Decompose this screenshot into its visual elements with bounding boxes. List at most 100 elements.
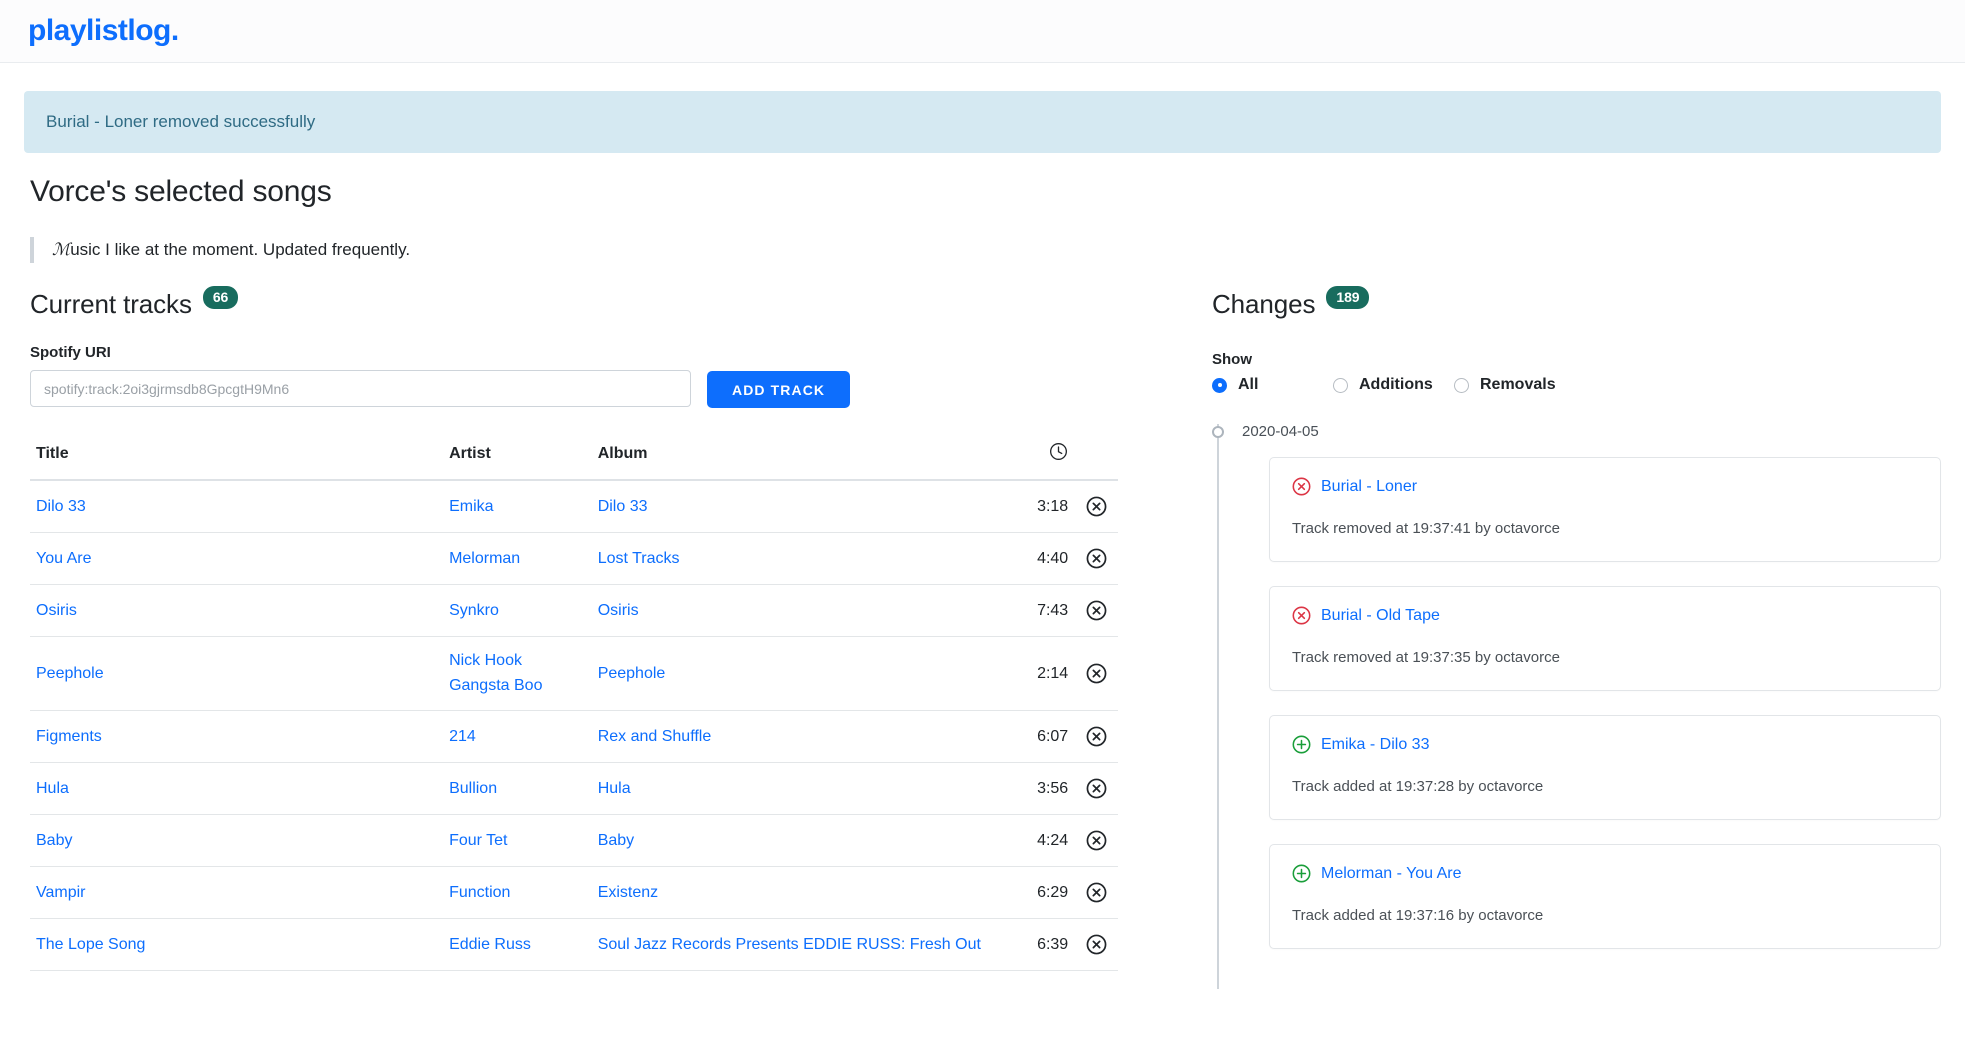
track-title-link[interactable]: You Are xyxy=(36,550,91,567)
track-album-link[interactable]: Rex and Shuffle xyxy=(598,728,712,745)
spotify-uri-label: Spotify URI xyxy=(30,344,111,361)
remove-track-icon[interactable] xyxy=(1086,496,1107,517)
track-album-link[interactable]: Existenz xyxy=(598,884,658,901)
track-album-link[interactable]: Hula xyxy=(598,780,631,797)
track-artist-link[interactable]: Gangsta Boo xyxy=(449,677,586,695)
track-artist-cell: Four Tet xyxy=(443,814,592,867)
track-artist-link[interactable]: Bullion xyxy=(449,780,586,798)
track-album-cell: Peephole xyxy=(591,636,1015,711)
track-artist-link[interactable]: 214 xyxy=(449,728,586,746)
track-duration: 2:14 xyxy=(1014,636,1075,711)
change-track-link[interactable]: Burial - Loner xyxy=(1321,478,1417,496)
plus-circle-icon xyxy=(1292,735,1311,754)
change-card-header: Melorman - You Are xyxy=(1292,864,1918,883)
track-remove-cell xyxy=(1074,866,1118,919)
track-duration: 3:18 xyxy=(1014,480,1075,533)
track-album-link[interactable]: Peephole xyxy=(598,665,666,682)
track-title-link[interactable]: Peephole xyxy=(36,665,104,682)
track-album-cell: Osiris xyxy=(591,584,1015,637)
track-artist-link[interactable]: Melorman xyxy=(449,550,586,568)
app-header: playlistlog. xyxy=(0,0,1965,63)
track-duration: 6:07 xyxy=(1014,710,1075,763)
remove-track-icon[interactable] xyxy=(1086,726,1107,747)
filter-radio-label: Additions xyxy=(1359,376,1433,393)
track-album-cell: Hula xyxy=(591,762,1015,815)
tracks-table-head: Title Artist Album xyxy=(30,442,1118,481)
track-artist-cell: Melorman xyxy=(443,532,592,585)
track-title-link[interactable]: Osiris xyxy=(36,602,77,619)
timeline-date: 2020-04-05 xyxy=(1242,423,1319,440)
radio-button-additions[interactable] xyxy=(1333,377,1348,393)
radio-button-all[interactable] xyxy=(1212,377,1227,393)
track-remove-cell xyxy=(1074,480,1118,533)
change-track-link[interactable]: Melorman - You Are xyxy=(1321,865,1462,883)
tracks-table: Title Artist Album Dilo 33 Emika Dilo 33… xyxy=(30,442,1118,971)
change-card-header: Emika - Dilo 33 xyxy=(1292,735,1918,754)
add-track-button[interactable]: ADD TRACK xyxy=(707,371,851,408)
current-tracks-label: Current tracks xyxy=(30,289,192,319)
table-row: Figments 214 Rex and Shuffle 6:07 xyxy=(30,710,1118,763)
track-album-link[interactable]: Osiris xyxy=(598,602,639,619)
filter-radio-label: Removals xyxy=(1480,376,1556,393)
track-title-cell: Peephole xyxy=(30,636,444,711)
track-artist-link[interactable]: Four Tet xyxy=(449,832,586,850)
track-artist-link[interactable]: Function xyxy=(449,884,586,902)
change-track-link[interactable]: Burial - Old Tape xyxy=(1321,607,1440,625)
main-columns: Current tracks 66 Spotify URI ADD TRACK … xyxy=(0,286,1965,989)
filter-radio-all[interactable]: All xyxy=(1212,376,1333,394)
current-tracks-heading: Current tracks 66 xyxy=(30,286,1118,320)
change-card-header: Burial - Old Tape xyxy=(1292,606,1918,625)
changes-filter-radio-group: All Additions Removals xyxy=(1212,376,1941,394)
track-title-cell: Baby xyxy=(30,814,444,867)
track-album-link[interactable]: Dilo 33 xyxy=(598,498,648,515)
show-filter-label: Show xyxy=(1212,351,1252,368)
table-row: Vampir Function Existenz 6:29 xyxy=(30,866,1118,919)
track-title-link[interactable]: Dilo 33 xyxy=(36,498,86,515)
track-duration: 6:39 xyxy=(1014,918,1075,971)
track-remove-cell xyxy=(1074,762,1118,815)
track-album-cell: Baby xyxy=(591,814,1015,867)
table-row: Dilo 33 Emika Dilo 33 3:18 xyxy=(30,480,1118,533)
track-artist-link[interactable]: Emika xyxy=(449,498,586,516)
track-artist-link[interactable]: Eddie Russ xyxy=(449,936,586,954)
change-track-link[interactable]: Emika - Dilo 33 xyxy=(1321,736,1429,754)
plus-circle-icon xyxy=(1292,864,1311,883)
track-artist-link[interactable]: Synkro xyxy=(449,602,586,620)
page-heading-section: Vorce's selected songs ℳusic I like at t… xyxy=(0,153,1965,263)
track-artist-link[interactable]: Nick Hook xyxy=(449,652,586,670)
remove-track-icon[interactable] xyxy=(1086,934,1107,955)
playlist-description: ℳusic I like at the moment. Updated freq… xyxy=(30,237,1935,263)
track-album-cell: Existenz xyxy=(591,866,1015,919)
changes-heading: Changes 189 xyxy=(1212,286,1941,320)
radio-button-removals[interactable] xyxy=(1454,377,1469,393)
track-title-link[interactable]: The Lope Song xyxy=(36,936,145,953)
track-title-link[interactable]: Baby xyxy=(36,832,72,849)
track-album-cell: Lost Tracks xyxy=(591,532,1015,585)
track-title-link[interactable]: Hula xyxy=(36,780,69,797)
changes-count-badge: 189 xyxy=(1326,286,1370,309)
change-card-list: Burial - Loner Track removed at 19:37:41 … xyxy=(1269,457,1941,949)
spotify-uri-input[interactable] xyxy=(30,370,691,407)
track-album-link[interactable]: Lost Tracks xyxy=(598,550,680,567)
track-title-link[interactable]: Vampir xyxy=(36,884,86,901)
track-artist-cell: Eddie Russ xyxy=(443,918,592,971)
remove-track-icon[interactable] xyxy=(1086,663,1107,684)
track-title-link[interactable]: Figments xyxy=(36,728,102,745)
track-album-link[interactable]: Baby xyxy=(598,832,634,849)
description-initial-glyph: ℳ xyxy=(52,240,71,260)
track-album-cell: Dilo 33 xyxy=(591,480,1015,533)
track-artist-cell: Bullion xyxy=(443,762,592,815)
remove-track-icon[interactable] xyxy=(1086,600,1107,621)
remove-track-icon[interactable] xyxy=(1086,778,1107,799)
filter-radio-removals[interactable]: Removals xyxy=(1454,376,1556,394)
changes-timeline: 2020-04-05 Burial - Loner Track removed at… xyxy=(1212,421,1941,989)
brand-logo[interactable]: playlistlog. xyxy=(28,16,179,46)
filter-radio-additions[interactable]: Additions xyxy=(1333,376,1454,394)
column-header-album: Album xyxy=(591,442,1015,481)
change-card: Melorman - You Are Track added at 19:37:1… xyxy=(1269,844,1941,949)
remove-track-icon[interactable] xyxy=(1086,830,1107,851)
table-row: The Lope Song Eddie Russ Soul Jazz Records… xyxy=(30,918,1118,971)
remove-track-icon[interactable] xyxy=(1086,882,1107,903)
track-album-link[interactable]: Soul Jazz Records Presents EDDIE RUSS: F… xyxy=(598,936,981,953)
remove-track-icon[interactable] xyxy=(1086,548,1107,569)
